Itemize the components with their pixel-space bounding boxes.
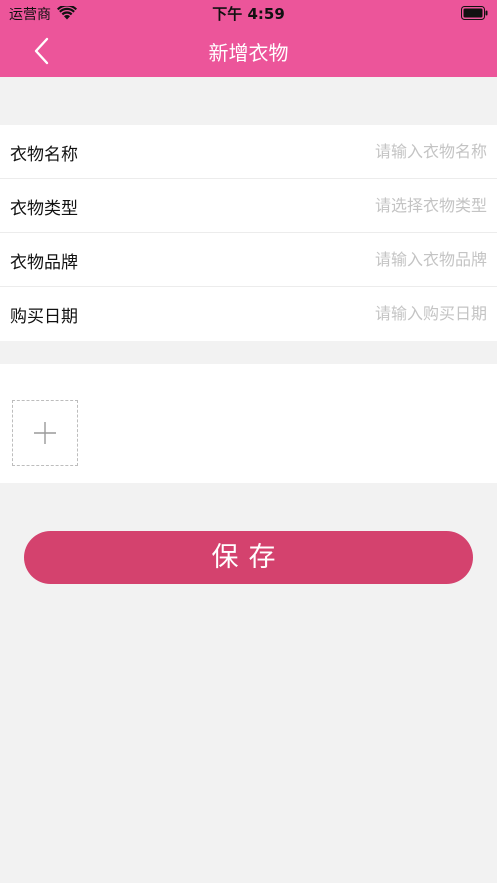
name-label: 衣物名称 <box>10 145 78 165</box>
save-button[interactable]: 保存 <box>24 531 473 584</box>
page-title: 新增衣物 <box>208 41 289 65</box>
brand-input[interactable] <box>267 245 487 273</box>
type-label: 衣物类型 <box>10 199 78 219</box>
form-row-type: 衣物类型 <box>0 179 497 233</box>
brand-label: 衣物品牌 <box>10 253 78 273</box>
photo-section <box>0 364 497 483</box>
battery-icon <box>461 5 488 20</box>
date-label: 购买日期 <box>10 307 78 327</box>
header: 运营商 下午 4:59 新增衣物 <box>0 0 497 77</box>
clothing-form: 衣物名称 衣物类型 衣物品牌 购买日期 <box>0 125 497 341</box>
add-photo-button[interactable] <box>12 400 78 466</box>
status-time: 下午 4:59 <box>212 5 285 23</box>
form-row-name: 衣物名称 <box>0 125 497 179</box>
status-bar: 运营商 下午 4:59 <box>0 0 497 26</box>
form-row-date: 购买日期 <box>0 287 497 341</box>
date-input[interactable] <box>267 299 487 327</box>
type-select[interactable] <box>267 191 487 219</box>
nav-bar: 新增衣物 <box>0 26 497 77</box>
name-input[interactable] <box>267 137 487 165</box>
form-row-brand: 衣物品牌 <box>0 233 497 287</box>
